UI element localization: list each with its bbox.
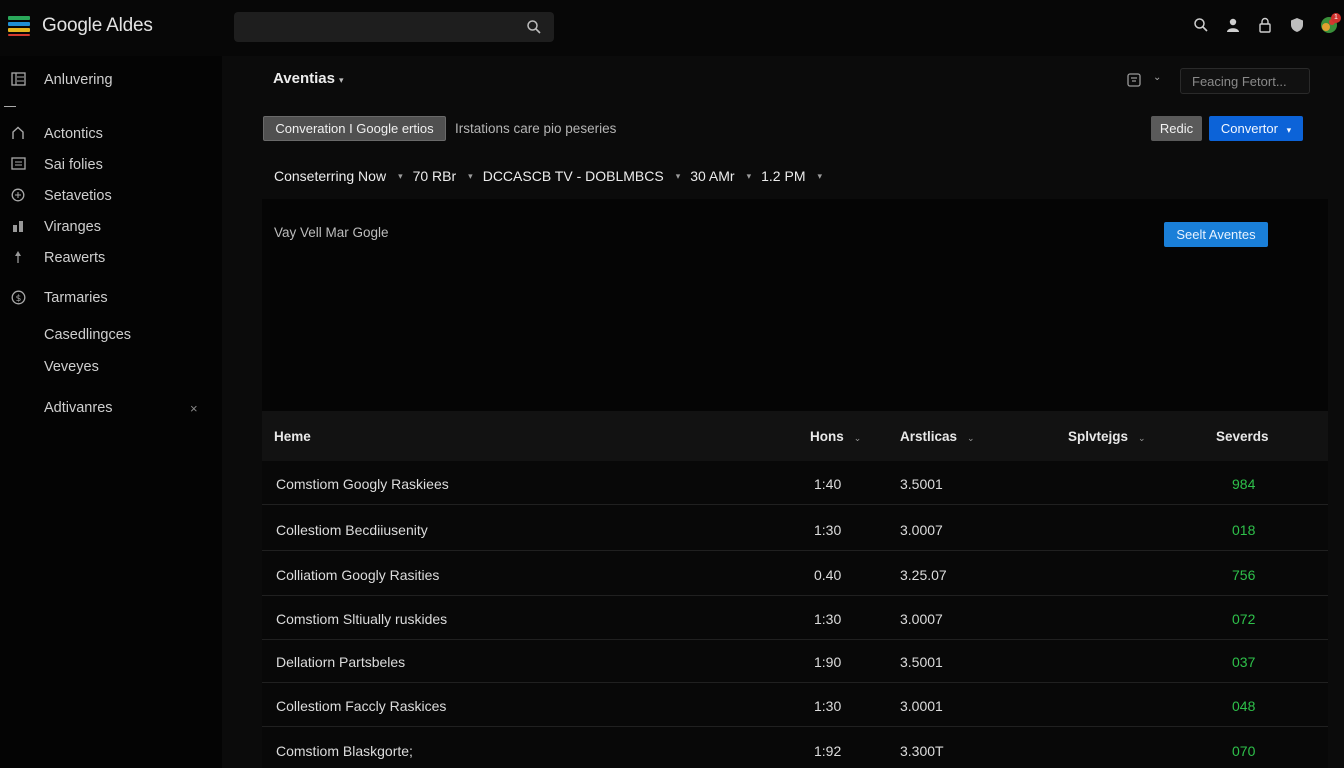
conversation-button[interactable]: Converation I Google ertios xyxy=(263,116,446,141)
sidebar-item-label: Viranges xyxy=(44,219,101,235)
sidebar-item-adtivanres[interactable]: Adtivanres × xyxy=(0,394,222,422)
chevron-down-icon[interactable]: ▾ xyxy=(747,171,752,182)
close-icon[interactable]: × xyxy=(190,401,198,416)
lock-icon[interactable] xyxy=(1256,16,1274,34)
dollar-icon: $ xyxy=(10,290,26,306)
redic-button[interactable]: Redic xyxy=(1151,116,1202,141)
account-icon[interactable] xyxy=(1224,16,1242,34)
sidebar-item-label: Reawerts xyxy=(44,250,106,266)
app-title: Google Aldes xyxy=(42,15,153,36)
svg-text:$: $ xyxy=(15,294,21,304)
toolbar-description: Irstations care pio peseries xyxy=(455,121,617,136)
view-select[interactable]: Feacing Fetort... xyxy=(1180,68,1310,94)
avatar-icon[interactable]: 1 xyxy=(1320,13,1341,34)
sidebar-item-label: Casedlingces xyxy=(44,327,132,343)
sidebar-item-veveyes[interactable]: Veveyes xyxy=(0,353,222,381)
sidebar: Anluvering Actontics Sai folies Setaveti… xyxy=(0,56,222,768)
sidebar-item-viranges[interactable]: Viranges xyxy=(0,213,222,241)
filter-conseterring[interactable]: Conseterring Now xyxy=(274,168,386,184)
chevron-down-icon: ▾ xyxy=(1286,125,1292,135)
sidebar-item-label: Actontics xyxy=(44,126,103,142)
brand[interactable]: Google Aldes xyxy=(8,15,153,37)
chevron-down-icon: ▾ xyxy=(338,75,344,85)
sidebar-item-label: Setavetios xyxy=(44,188,112,204)
page-title-text: Aventias xyxy=(273,70,335,87)
notification-badge: 1 xyxy=(1331,13,1341,23)
globe-icon xyxy=(10,188,26,204)
filter-dccascb[interactable]: DCCASCB TV - DOBLMBCS xyxy=(483,168,664,184)
main-content: Aventias ▾ ⌄ Feacing Fetort... Converatio… xyxy=(222,56,1344,768)
sidebar-item-label: Sai folies xyxy=(44,157,103,173)
search-icon[interactable] xyxy=(1192,16,1210,34)
top-bar: Google Aldes 1 xyxy=(0,0,1344,56)
chevron-down-icon[interactable]: ▾ xyxy=(468,171,473,182)
search-input[interactable] xyxy=(234,12,554,42)
chevron-down-icon[interactable]: ⌄ xyxy=(1153,72,1161,83)
filter-time-start[interactable]: 30 AMr xyxy=(690,168,734,184)
convertor-button[interactable]: Convertor ▾ xyxy=(1209,116,1303,141)
chevron-down-icon[interactable]: ▾ xyxy=(398,171,403,182)
filter-rbr[interactable]: 70 RBr xyxy=(413,168,457,184)
list-icon xyxy=(10,157,26,173)
sidebar-item-label: Tarmaries xyxy=(44,290,108,306)
shield-icon[interactable] xyxy=(1288,16,1306,34)
top-icon-bar: 1 xyxy=(1192,13,1341,34)
filter-row: Conseterring Now ▾ 70 RBr ▾ DCCASCB TV - D… xyxy=(274,166,832,186)
sidebar-item-tarmaries[interactable]: $ Tarmaries xyxy=(0,284,222,312)
grid-icon xyxy=(10,72,26,88)
filter-time-end[interactable]: 1.2 PM xyxy=(761,168,805,184)
sidebar-item-reawerts[interactable]: Reawerts xyxy=(0,244,222,272)
chart-icon xyxy=(10,219,26,235)
sidebar-item-actontics[interactable]: Actontics xyxy=(0,120,222,148)
page-title[interactable]: Aventias ▾ xyxy=(273,70,344,87)
sidebar-item-casedlingces[interactable]: Casedlingces xyxy=(0,321,222,349)
pin-icon xyxy=(10,250,26,266)
convertor-button-label: Convertor xyxy=(1220,121,1278,136)
sidebar-item-label: Anluvering xyxy=(44,72,113,88)
chevron-down-icon[interactable]: ▾ xyxy=(817,171,822,182)
page-header: Aventias ▾ ⌄ Feacing Fetort... xyxy=(222,56,1344,106)
sidebar-item-label: Veveyes xyxy=(44,359,99,375)
search-icon[interactable] xyxy=(526,19,542,35)
sidebar-item-sai-folies[interactable]: Sai folies xyxy=(0,151,222,179)
chevron-down-icon[interactable]: ▾ xyxy=(676,171,681,182)
sidebar-item-anluvering[interactable]: Anluvering xyxy=(0,66,222,94)
app-logo-icon xyxy=(8,15,30,37)
sidebar-item-setavetios[interactable]: Setavetios xyxy=(0,182,222,210)
home-icon xyxy=(10,126,26,142)
sidebar-item-label: Adtivanres xyxy=(44,400,113,416)
filter-icon[interactable] xyxy=(1126,71,1144,89)
sidebar-divider xyxy=(4,106,16,107)
